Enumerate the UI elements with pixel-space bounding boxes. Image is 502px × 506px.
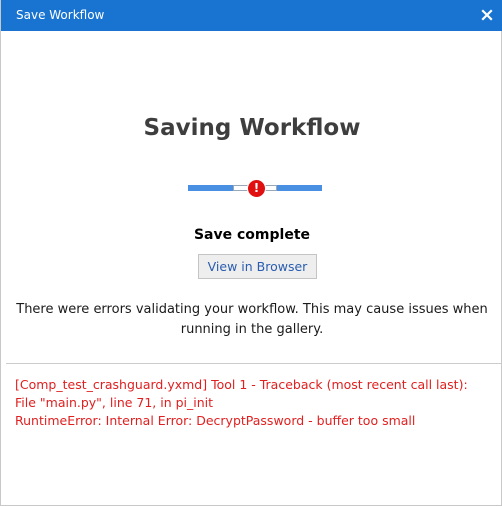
view-in-browser-button[interactable]: View in Browser xyxy=(198,254,317,279)
validation-message: There were errors validating your workfl… xyxy=(16,302,488,337)
save-progress-indicator: ! xyxy=(188,178,322,198)
error-line: RuntimeError: Internal Error: DecryptPas… xyxy=(15,413,416,428)
error-line: [Comp_test_crashguard.yxmd] Tool 1 - Tra… xyxy=(15,377,468,392)
close-icon xyxy=(481,9,493,21)
error-log: [Comp_test_crashguard.yxmd] Tool 1 - Tra… xyxy=(15,376,495,430)
progress-segment-right xyxy=(277,185,322,191)
progress-segment-left xyxy=(188,185,233,191)
title-bar: Save Workflow xyxy=(1,0,502,31)
dialog-heading: Saving Workflow xyxy=(143,115,361,141)
save-status-text: Save complete xyxy=(193,227,311,243)
error-line: File "main.py", line 71, in pi_init xyxy=(15,395,214,410)
window-title: Save Workflow xyxy=(16,8,105,22)
divider xyxy=(6,363,501,364)
save-workflow-dialog: Save Workflow Saving Workflow ! Save com… xyxy=(0,0,502,506)
error-icon: ! xyxy=(247,179,266,198)
close-button[interactable] xyxy=(476,4,498,26)
